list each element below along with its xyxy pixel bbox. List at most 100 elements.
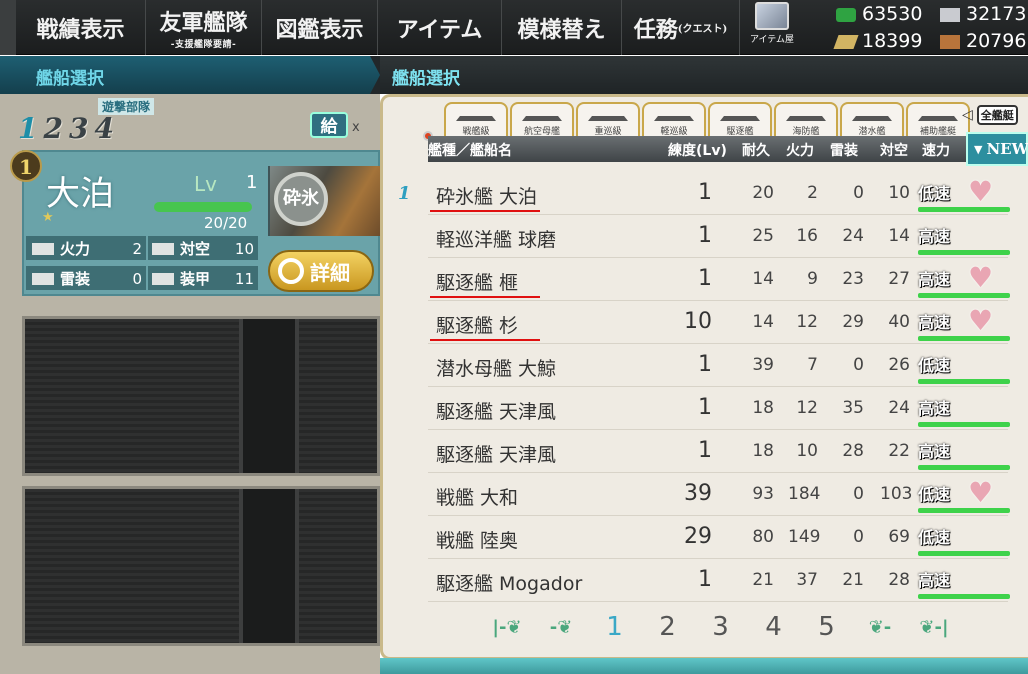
ship-portrait: 砕氷 bbox=[268, 166, 382, 236]
menu-items-label: アイテム bbox=[396, 16, 483, 43]
tab-destroyer[interactable]: 駆逐艦 bbox=[708, 102, 772, 137]
ship-list-row[interactable]: 駆逐艦 杉 10 14 12 29 40 高速 ♥ bbox=[428, 301, 1010, 344]
ship-list-row[interactable]: 駆逐艦 天津風 1 18 10 28 22 高速 bbox=[428, 430, 1010, 473]
ship-hp: 80 bbox=[752, 527, 774, 547]
stat-armor-label: 装甲 bbox=[180, 270, 211, 288]
tab-escort[interactable]: 海防艦 bbox=[774, 102, 838, 137]
prev-page-button[interactable]: -❦ bbox=[534, 617, 588, 638]
next-page-button[interactable]: ❦- bbox=[853, 617, 907, 638]
fleet-tab-1[interactable]: 1 bbox=[18, 112, 37, 145]
tab-light-cruiser[interactable]: 軽巡級 bbox=[642, 102, 706, 137]
ship-level: 1 bbox=[698, 395, 712, 420]
menu-record[interactable]: 戦績表示 bbox=[16, 0, 146, 55]
ship-hp: 21 bbox=[752, 570, 774, 590]
row-green-bar bbox=[918, 250, 1010, 255]
stat-aa-label: 対空 bbox=[180, 240, 211, 258]
stat-firepower-value: 2 bbox=[132, 239, 142, 258]
ship-hp: 14 bbox=[752, 312, 774, 332]
col-firepower: 火力 bbox=[786, 143, 814, 159]
stat-aa-value: 10 bbox=[234, 239, 254, 258]
ship-level: 1 bbox=[698, 266, 712, 291]
tab-all-ships[interactable]: ◁ 全艦艇 bbox=[962, 102, 1028, 128]
ship-list-row[interactable]: 戦艦 大和 39 93 184 0 103 低速 ♥ bbox=[428, 473, 1010, 516]
first-page-button[interactable]: |-❦ bbox=[480, 617, 534, 638]
ship-list-row[interactable]: 駆逐艦 榧 1 14 9 23 27 高速 ♥ bbox=[428, 258, 1010, 301]
row-green-bar bbox=[918, 379, 1010, 384]
ship-hp: 39 bbox=[752, 355, 774, 375]
ship-list-row[interactable]: 駆逐艦 天津風 1 18 12 35 24 高速 bbox=[428, 387, 1010, 430]
ship-speed: 低速 bbox=[918, 356, 951, 375]
menu-quest[interactable]: 任務 (クエスト) bbox=[622, 0, 740, 55]
fleet-tab-4[interactable]: 4 bbox=[94, 112, 113, 145]
ship-firepower: 12 bbox=[796, 312, 818, 332]
page-2[interactable]: 2 bbox=[641, 612, 694, 642]
ship-torpedo: 21 bbox=[842, 570, 864, 590]
red-underline bbox=[430, 339, 540, 341]
ship-speed: 高速 bbox=[918, 399, 951, 418]
ship-aa: 103 bbox=[880, 484, 913, 504]
page-4[interactable]: 4 bbox=[747, 612, 800, 642]
supply-button[interactable]: 給 bbox=[310, 112, 348, 138]
sort-new-button[interactable]: ▼ NEW bbox=[966, 132, 1028, 166]
fuel-counter: 63530 bbox=[836, 3, 922, 25]
menu-encyclopedia[interactable]: 図鑑表示 bbox=[262, 0, 378, 55]
menu-friend-fleet-sub: -支援艦隊要請- bbox=[170, 40, 237, 50]
firepower-icon bbox=[32, 242, 54, 255]
supply-multiplier: x bbox=[352, 120, 360, 135]
bauxite-icon bbox=[940, 34, 960, 49]
ship-level: 39 bbox=[684, 481, 712, 506]
ammo-counter: 18399 bbox=[833, 30, 922, 52]
tab-auxiliary[interactable]: 補助艦艇 bbox=[906, 102, 970, 137]
page-5[interactable]: 5 bbox=[800, 612, 853, 642]
menu-items[interactable]: アイテム bbox=[378, 0, 502, 55]
ship-type-name: 駆逐艦 榧 bbox=[436, 272, 519, 294]
stat-torpedo-value: 0 bbox=[132, 269, 142, 288]
ship-type-name: 軽巡洋艦 球磨 bbox=[436, 229, 557, 251]
ship-torpedo: 23 bbox=[842, 269, 864, 289]
ship-torpedo: 35 bbox=[842, 398, 864, 418]
ship-torpedo: 0 bbox=[853, 484, 864, 504]
ship-type-name: 砕氷艦 大泊 bbox=[436, 186, 538, 208]
ship-list-row[interactable]: 潜水母艦 大鯨 1 39 7 0 26 低速 bbox=[428, 344, 1010, 387]
empty-ship-slot-2[interactable] bbox=[22, 316, 380, 476]
fleet-tab-3[interactable]: 3 bbox=[69, 112, 88, 145]
ship-list-row[interactable]: 戦艦 陸奥 29 80 149 0 69 低速 bbox=[428, 516, 1010, 559]
heart-lock-icon: ♥ bbox=[968, 175, 994, 208]
fleet-tab-2[interactable]: 2 bbox=[43, 112, 62, 145]
tab-submarine[interactable]: 潜水艦 bbox=[840, 102, 904, 137]
tab-battleship[interactable]: 戦艦級 bbox=[444, 102, 508, 137]
page-1[interactable]: 1 bbox=[588, 612, 641, 642]
empty-ship-slot-3[interactable] bbox=[22, 486, 380, 646]
ship-type-name: 駆逐艦 天津風 bbox=[436, 401, 557, 423]
tab-heavy-cruiser[interactable]: 重巡級 bbox=[576, 102, 640, 137]
detail-button[interactable]: 詳細 bbox=[268, 250, 374, 292]
page-3[interactable]: 3 bbox=[694, 612, 747, 642]
ship-level: 1 bbox=[698, 352, 712, 377]
ship-list-row[interactable]: 駆逐艦 Mogador 1 21 37 21 28 高速 bbox=[428, 559, 1010, 602]
shop-icon bbox=[755, 2, 789, 30]
last-page-button[interactable]: ❦-| bbox=[907, 617, 961, 638]
menu-friend-fleet[interactable]: 友軍艦隊 -支援艦隊要請- bbox=[146, 0, 262, 55]
ship-type-name: 戦艦 陸奥 bbox=[436, 530, 519, 552]
ship-name: 大泊 bbox=[46, 174, 114, 214]
item-shop-button[interactable]: アイテム屋 bbox=[742, 2, 802, 52]
stat-armor: 装甲 11 bbox=[152, 268, 254, 289]
ship-hp: 25 bbox=[752, 226, 774, 246]
ship-speed: 高速 bbox=[918, 571, 951, 590]
ship-firepower: 2 bbox=[807, 183, 818, 203]
ship-list-row[interactable]: 軽巡洋艦 球磨 1 25 16 24 14 高速 bbox=[428, 215, 1010, 258]
menu-friend-fleet-label: 友軍艦隊 bbox=[159, 10, 248, 36]
steel-value: 32173 bbox=[966, 3, 1027, 25]
list-header: 艦種／艦船名 練度(Lv) 耐久 火力 雷装 対空 速力 bbox=[428, 136, 966, 162]
ship-level: 1 bbox=[698, 567, 712, 592]
magnifier-icon bbox=[278, 258, 304, 284]
ship-firepower: 7 bbox=[807, 355, 818, 375]
row-green-bar bbox=[918, 508, 1010, 513]
stat-torpedo: 雷装 0 bbox=[32, 268, 142, 289]
menu-quest-label: 任務 bbox=[633, 16, 678, 43]
steel-icon bbox=[940, 7, 960, 22]
ship-list-row[interactable]: 砕氷艦 大泊 1 20 2 0 10 低速 ♥ bbox=[428, 172, 1010, 215]
right-header-title: 艦船選択 bbox=[392, 69, 460, 89]
menu-furniture[interactable]: 模様替え bbox=[502, 0, 622, 55]
tab-carrier[interactable]: 航空母艦 bbox=[510, 102, 574, 137]
